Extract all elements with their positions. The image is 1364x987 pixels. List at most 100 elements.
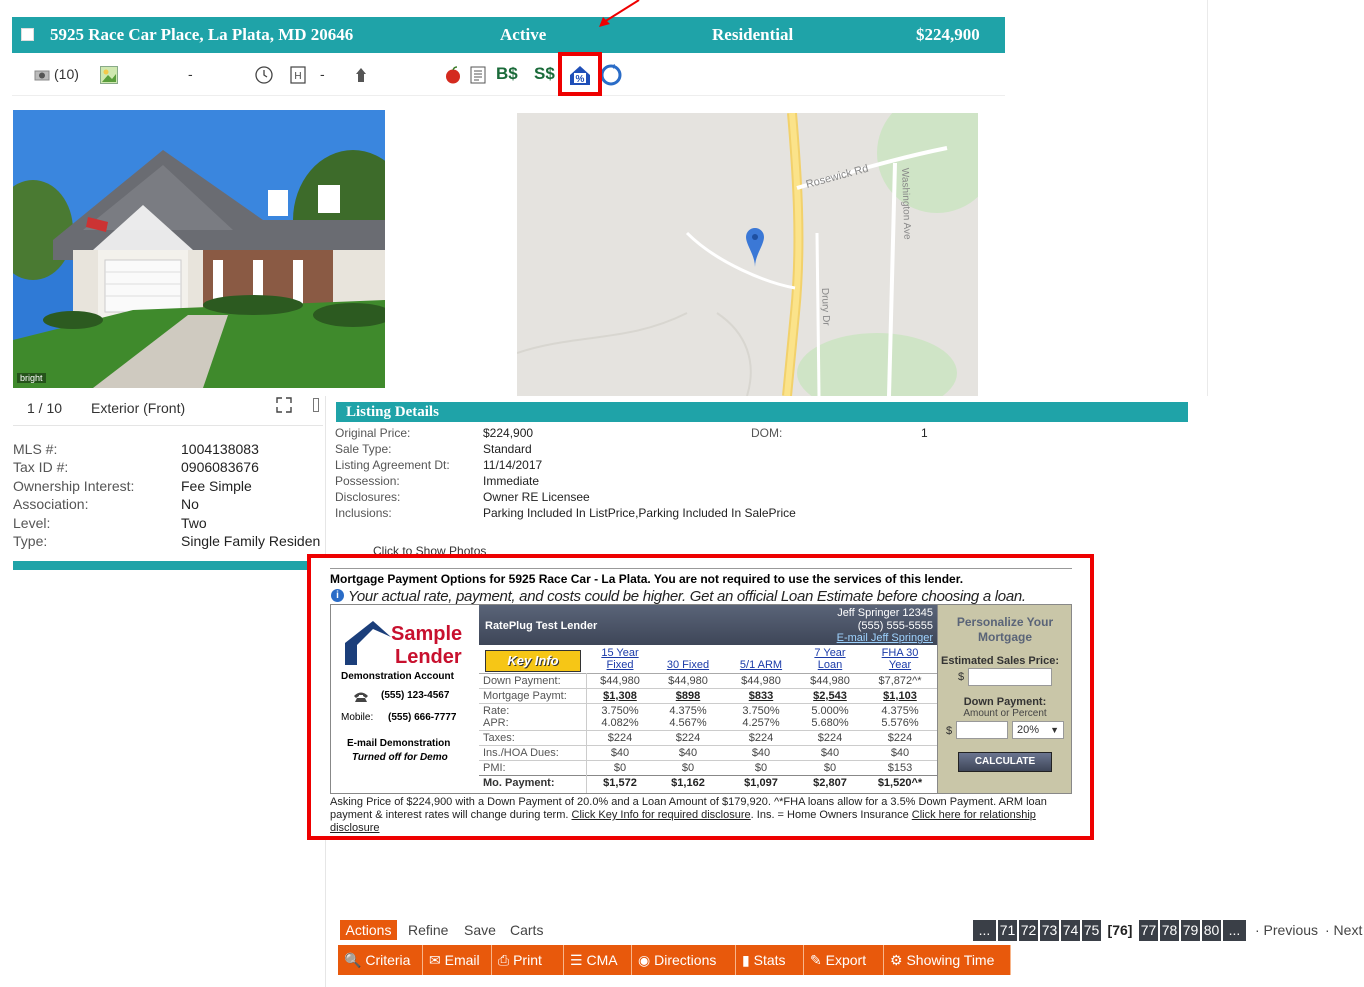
- tab-actions[interactable]: Actions: [340, 920, 397, 940]
- criteria-button[interactable]: 🔍 Criteria: [338, 945, 423, 975]
- cma-button[interactable]: ☰ CMA: [564, 945, 632, 975]
- highlight-box: [558, 52, 602, 96]
- est-price-label: Estimated Sales Price:: [941, 655, 1060, 667]
- directions-button[interactable]: ◉ Directions: [632, 945, 736, 975]
- cell[interactable]: $833: [728, 690, 794, 702]
- copy-icon[interactable]: [313, 398, 319, 412]
- listing-photo[interactable]: bright: [13, 110, 385, 388]
- dash-text-2: -: [320, 66, 325, 82]
- email-button[interactable]: ✉ Email: [423, 945, 492, 975]
- col-head-2[interactable]: Fixed: [587, 659, 653, 671]
- export-icon: ✎: [810, 952, 822, 968]
- photo-count[interactable]: (10): [54, 66, 79, 82]
- cell[interactable]: $898: [655, 690, 721, 702]
- fact-label: Ownership Interest:: [13, 478, 135, 494]
- key-info-button[interactable]: Key Info: [485, 650, 581, 672]
- calculate-button[interactable]: CALCULATE: [958, 752, 1052, 772]
- svg-text:H: H: [294, 71, 301, 82]
- apple-icon[interactable]: [444, 66, 462, 87]
- cell: 4.375%: [669, 705, 707, 717]
- rate-table-header: RatePlug Test Lender Jeff Springer 12345…: [479, 605, 937, 645]
- page-link[interactable]: 72: [1019, 920, 1038, 941]
- col-head-2[interactable]: Year: [867, 659, 933, 671]
- lender-logo-bottom: Lender: [395, 646, 462, 668]
- page-link[interactable]: 73: [1040, 920, 1059, 941]
- down-payment-input[interactable]: [956, 721, 1008, 739]
- col-head-2[interactable]: Loan: [797, 659, 863, 671]
- page-link[interactable]: 77: [1139, 920, 1158, 941]
- refresh-icon[interactable]: [600, 64, 622, 89]
- tab-refine[interactable]: Refine: [408, 920, 448, 940]
- page-link[interactable]: 79: [1181, 920, 1200, 941]
- fact-label: Level:: [13, 515, 51, 531]
- select-checkbox[interactable]: [21, 28, 34, 41]
- row-label: Rate:: [483, 705, 510, 717]
- col-head-2[interactable]: 30 Fixed: [655, 659, 721, 671]
- col-head-1[interactable]: 7 Year: [797, 647, 863, 659]
- listing-price: $224,900: [916, 25, 980, 44]
- page-ellipsis[interactable]: ...: [1223, 920, 1246, 941]
- buyer-dollar-link[interactable]: B$: [496, 64, 518, 84]
- mortgage-disclaimer: Your actual rate, payment, and costs cou…: [348, 588, 1026, 605]
- page-link[interactable]: 78: [1160, 920, 1179, 941]
- down-payment-sublabel: Amount or Percent: [963, 708, 1047, 719]
- dropdown-arrow-icon: ▼: [1050, 725, 1059, 735]
- location-map[interactable]: Rosewick Rd Washington Ave Drury Dr: [517, 113, 978, 396]
- fact-label: Type:: [13, 533, 48, 549]
- cell: $7,872^*: [878, 675, 922, 687]
- listing-address[interactable]: 5925 Race Car Place, La Plata, MD 20646: [50, 25, 353, 45]
- detail-label: Possession:: [335, 474, 400, 488]
- fact-value: Fee Simple: [181, 478, 252, 494]
- listing-status: Active: [500, 25, 547, 44]
- photo-watermark: bright: [17, 373, 46, 383]
- page-link[interactable]: 80: [1202, 920, 1221, 941]
- stats-button[interactable]: ▮ Stats: [736, 945, 804, 975]
- export-button[interactable]: ✎ Export: [804, 945, 884, 975]
- image-icon[interactable]: [100, 66, 118, 87]
- cell: $153: [887, 762, 913, 774]
- page-link[interactable]: 71: [998, 920, 1017, 941]
- person-icon[interactable]: [352, 66, 370, 87]
- tab-save[interactable]: Save: [464, 920, 496, 940]
- previous-link[interactable]: · Previous: [1255, 922, 1318, 938]
- key-info-disclosure-link[interactable]: Click Key Info for required disclosure: [572, 809, 751, 821]
- col-head-2[interactable]: 5/1 ARM: [728, 659, 794, 671]
- next-link[interactable]: · Next: [1325, 922, 1362, 938]
- page-link[interactable]: 74: [1061, 920, 1080, 941]
- lender-info: Sample Lender Demonstration Account (555…: [331, 605, 478, 793]
- page-link[interactable]: 75: [1082, 920, 1101, 941]
- print-button[interactable]: ⎙ Print: [492, 945, 564, 975]
- page-ellipsis[interactable]: ...: [973, 920, 996, 941]
- mortgage-footnote: Asking Price of $224,900 with a Down Pay…: [330, 796, 1075, 835]
- col-head-1[interactable]: [655, 647, 721, 659]
- hotel-icon[interactable]: H: [290, 66, 306, 87]
- cell[interactable]: $1,308: [587, 690, 653, 702]
- clock-icon[interactable]: [255, 66, 273, 87]
- agent-email-link[interactable]: E-mail Jeff Springer: [837, 632, 933, 644]
- showing-time-button[interactable]: ⚙ Showing Time: [884, 945, 1011, 975]
- divider: [1207, 0, 1208, 396]
- listing-type: Residential: [712, 25, 794, 44]
- agent-phone: (555) 555-5555: [857, 620, 933, 632]
- col-head-1[interactable]: [728, 647, 794, 659]
- percent-select[interactable]: 20% ▼: [1012, 721, 1064, 739]
- document-icon[interactable]: [470, 66, 486, 87]
- lender-phone: (555) 123-4567: [381, 690, 450, 701]
- currency-symbol: $: [958, 671, 965, 683]
- cell[interactable]: $2,543: [797, 690, 863, 702]
- lender-email[interactable]: E-mail Demonstration: [347, 738, 450, 749]
- est-price-input[interactable]: [968, 668, 1052, 686]
- seller-dollar-link[interactable]: S$: [534, 64, 555, 84]
- dom-label: DOM:: [751, 426, 783, 440]
- section-strip: [13, 561, 320, 570]
- camera-icon[interactable]: [34, 68, 50, 84]
- tab-carts[interactable]: Carts: [510, 920, 543, 940]
- dash-text: -: [188, 66, 193, 82]
- cell: 3.750%: [742, 705, 780, 717]
- col-head-1[interactable]: FHA 30: [867, 647, 933, 659]
- cell: $40: [751, 747, 771, 759]
- expand-icon[interactable]: [275, 396, 293, 417]
- cell: 4.567%: [669, 717, 707, 729]
- col-head-1[interactable]: 15 Year: [587, 647, 653, 659]
- cell[interactable]: $1,103: [867, 690, 933, 702]
